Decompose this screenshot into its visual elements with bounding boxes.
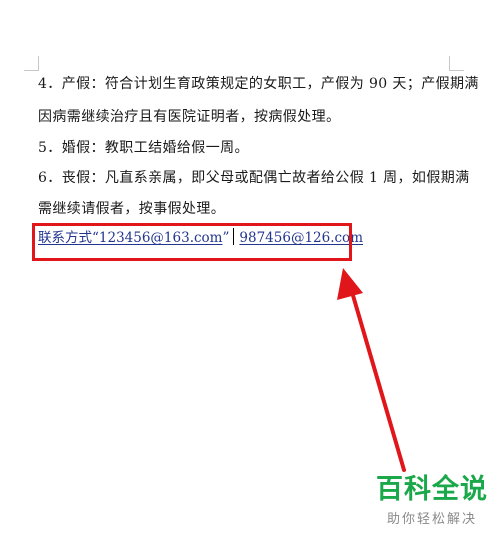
watermark-subtitle: 助你轻松解决 [386, 512, 477, 527]
watermark-title: 百科全说 [376, 474, 488, 505]
arrow-shaft [350, 290, 406, 472]
annotation-arrow [337, 268, 406, 472]
arrow-head [337, 268, 363, 300]
watermark: 百科全说 助你轻松解决 [376, 474, 488, 527]
